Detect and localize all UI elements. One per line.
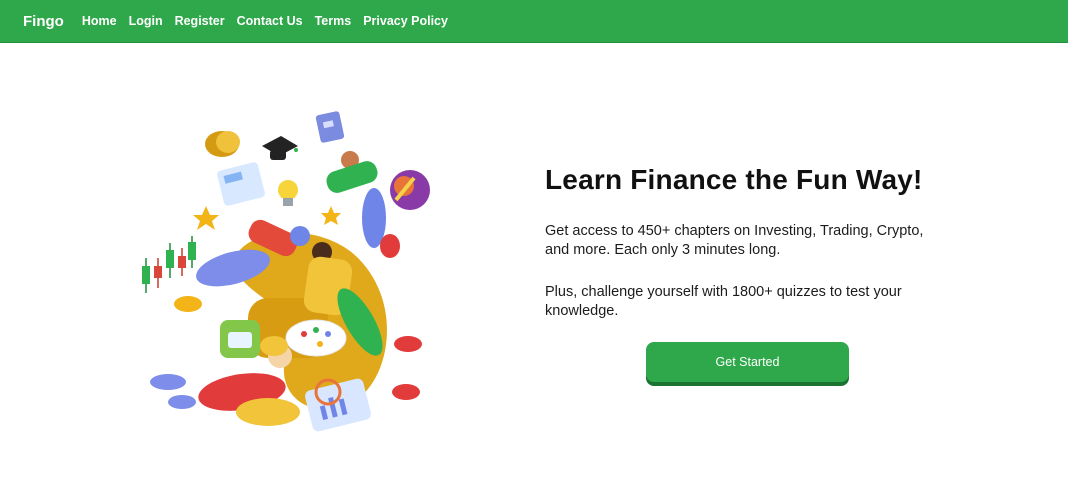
- top-navbar: Fingo Home Login Register Contact Us Ter…: [0, 0, 1068, 43]
- nav-link-register[interactable]: Register: [175, 14, 225, 28]
- lightbulb-icon: [278, 180, 298, 200]
- nav-link-terms[interactable]: Terms: [315, 14, 352, 28]
- hero-quiz-description: Plus, challenge yourself with 1800+ quiz…: [545, 284, 902, 319]
- hero-title: Learn Finance the Fun Way!: [545, 164, 923, 195]
- nav-link-login[interactable]: Login: [129, 14, 163, 28]
- star-icon: [321, 206, 341, 225]
- star-icon: [193, 206, 219, 230]
- candlestick-chart-icon: [142, 236, 196, 293]
- nav-link-home[interactable]: Home: [82, 14, 117, 28]
- get-started-button[interactable]: Get Started: [646, 342, 849, 382]
- nav-link-privacy-policy[interactable]: Privacy Policy: [363, 14, 448, 28]
- app-card-icon: [217, 162, 265, 206]
- hero-illustration: [142, 111, 430, 432]
- palette-icon: [285, 319, 347, 357]
- nav-link-contact-us[interactable]: Contact Us: [237, 14, 303, 28]
- hero-description: Get access to 450+ chapters on Investing…: [545, 223, 924, 258]
- brand-logo-link[interactable]: Fingo: [23, 13, 64, 30]
